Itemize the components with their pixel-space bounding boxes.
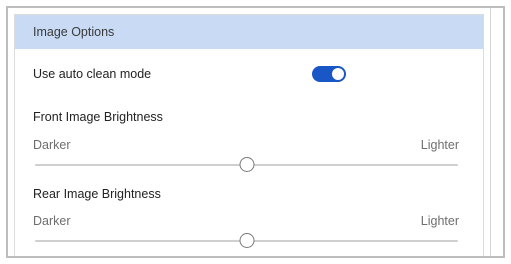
rear-slider-thumb[interactable]: [239, 233, 254, 248]
scroll-divider: [490, 8, 491, 256]
front-slider-thumb[interactable]: [239, 157, 254, 172]
front-brightness-title: Front Image Brightness: [33, 110, 163, 124]
rear-brightness-title: Rear Image Brightness: [33, 187, 161, 201]
image-options-panel: Image Options Use auto clean mode Front …: [14, 14, 484, 256]
panel-title: Image Options: [33, 25, 115, 39]
toggle-knob: [332, 68, 344, 80]
rear-darker-label: Darker: [33, 214, 71, 228]
panel-header: Image Options: [15, 15, 483, 49]
front-darker-label: Darker: [33, 138, 71, 152]
front-brightness-slider[interactable]: [35, 157, 458, 172]
auto-clean-label: Use auto clean mode: [33, 67, 152, 81]
rear-brightness-slider[interactable]: [35, 233, 458, 248]
rear-lighter-label: Lighter: [420, 214, 459, 228]
front-lighter-label: Lighter: [420, 138, 459, 152]
auto-clean-toggle[interactable]: [312, 66, 346, 82]
